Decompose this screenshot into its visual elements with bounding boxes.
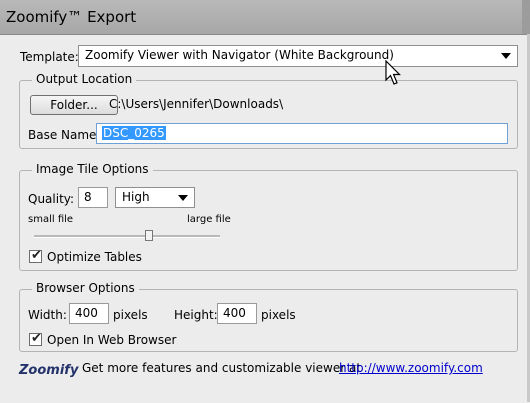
- optimize-tables-label: Optimize Tables: [47, 250, 142, 264]
- window-frame-edge: [522, 0, 530, 34]
- checkmark-icon: ✔: [31, 248, 42, 263]
- quality-input[interactable]: 8: [78, 187, 108, 208]
- chevron-down-icon: [501, 53, 511, 59]
- small-file-label: small file: [28, 214, 74, 225]
- width-label: Width:: [28, 308, 67, 322]
- checkmark-icon: ✔: [31, 331, 42, 346]
- title-bar: Zoomify™ Export: [0, 0, 530, 34]
- template-select[interactable]: Zoomify Viewer with Navigator (White Bac…: [78, 45, 518, 67]
- optimize-tables-checkbox[interactable]: ✔: [29, 248, 42, 263]
- height-unit: pixels: [261, 308, 296, 322]
- promo-text: Get more features and customizable viewe…: [82, 361, 362, 375]
- height-label: Height:: [174, 308, 218, 322]
- template-label: Template:: [20, 50, 79, 64]
- output-location-group: Output Location Folder... C:\Users\Jenni…: [19, 72, 518, 149]
- chevron-down-icon: [178, 195, 188, 201]
- output-path-text: C:\Users\Jennifer\Downloads\: [109, 97, 284, 111]
- template-select-value: Zoomify Viewer with Navigator (White Bac…: [85, 48, 394, 62]
- quality-label: Quality:: [28, 192, 75, 206]
- base-name-label: Base Name:: [28, 128, 101, 142]
- height-value: 400: [223, 306, 246, 320]
- quality-value: 8: [84, 190, 92, 204]
- export-dialog: Template: Zoomify Viewer with Navigator …: [0, 34, 530, 403]
- zoomify-website-link[interactable]: http://www.zoomify.com: [339, 361, 483, 375]
- quality-slider-thumb[interactable]: [145, 230, 154, 241]
- image-tile-options-legend: Image Tile Options: [32, 162, 153, 176]
- base-name-input[interactable]: DSC_0265: [96, 123, 508, 144]
- window-title: Zoomify™ Export: [6, 8, 137, 26]
- quality-preset-value: High: [122, 190, 150, 204]
- zoomify-logo: Zoomify: [19, 363, 79, 378]
- folder-button[interactable]: Folder...: [30, 95, 118, 115]
- open-in-web-browser-checkbox[interactable]: ✔: [29, 331, 42, 346]
- quality-slider-track[interactable]: [34, 235, 220, 238]
- width-unit: pixels: [113, 308, 148, 322]
- large-file-label: large file: [187, 214, 231, 225]
- width-value: 400: [75, 306, 98, 320]
- open-in-web-browser-label: Open In Web Browser: [47, 333, 177, 347]
- height-input[interactable]: 400: [217, 303, 257, 324]
- browser-options-group: Browser Options Width: 400 pixels Height…: [19, 281, 518, 352]
- quality-preset-select[interactable]: High: [115, 187, 195, 208]
- browser-options-legend: Browser Options: [32, 281, 139, 295]
- image-tile-options-group: Image Tile Options Quality: 8 High small…: [19, 162, 518, 271]
- output-location-legend: Output Location: [32, 72, 137, 86]
- base-name-value: DSC_0265: [102, 126, 166, 140]
- width-input[interactable]: 400: [69, 303, 109, 324]
- mouse-cursor-icon: [385, 60, 401, 85]
